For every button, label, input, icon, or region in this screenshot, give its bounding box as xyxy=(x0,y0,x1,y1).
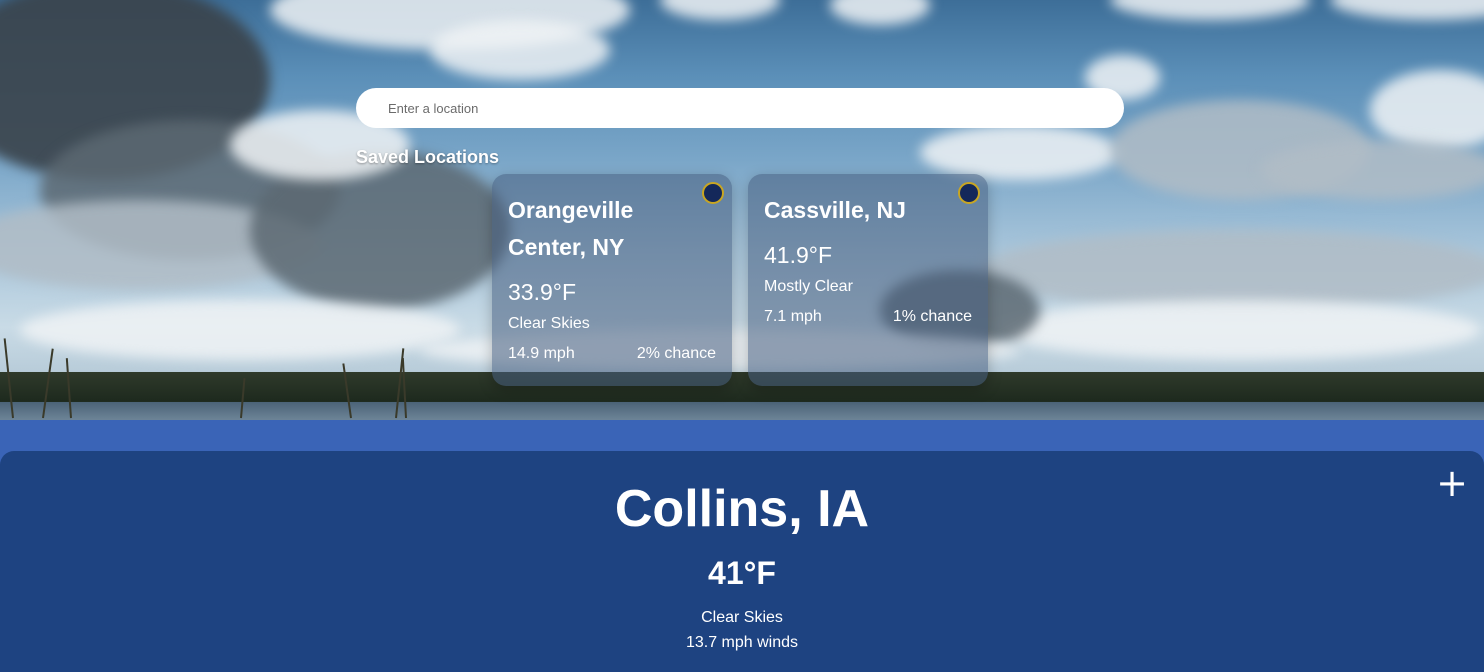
card-temperature: 33.9°F xyxy=(508,279,577,305)
current-city: Collins, IA xyxy=(614,480,870,538)
cloud-shape xyxy=(1370,70,1484,150)
cloud-shape xyxy=(430,20,610,80)
card-condition: Clear Skies xyxy=(508,315,590,332)
cloud-shape xyxy=(1110,0,1310,20)
search-input[interactable] xyxy=(356,88,1124,128)
cloud-shape xyxy=(1000,300,1480,360)
cloud-shape xyxy=(20,300,460,360)
card-precip-chance: 1% chance xyxy=(892,308,972,325)
card-details-row: 14.9 mph 2% chance xyxy=(508,344,716,364)
saved-locations-heading: Saved Locations xyxy=(356,147,500,167)
current-condition: Clear Skies xyxy=(701,609,783,626)
moon-icon xyxy=(702,182,724,204)
cloud-shape xyxy=(1330,0,1484,20)
current-wind: 13.7 mph winds xyxy=(685,634,799,651)
card-precip-chance: 2% chance xyxy=(636,345,716,362)
cloud-shape xyxy=(1260,140,1484,200)
saved-location-card[interactable]: Cassville, NJ 41.9°F Mostly Clear 7.1 mp… xyxy=(748,174,988,386)
background-landscape xyxy=(0,0,1484,420)
cloud-shape xyxy=(920,125,1120,180)
card-temperature: 41.9°F xyxy=(764,242,833,268)
current-weather-panel: + Collins, IA 41°F Clear Skies 13.7 mph … xyxy=(0,451,1484,672)
saved-location-card[interactable]: Orangeville Center, NY 33.9°F Clear Skie… xyxy=(492,174,732,386)
card-location-name: Cassville, NJ xyxy=(764,197,906,223)
lake-water xyxy=(0,402,1484,420)
card-location-name: Orangeville Center, NY xyxy=(508,197,634,260)
card-wind: 14.9 mph xyxy=(508,345,575,362)
moon-icon xyxy=(958,182,980,204)
cloud-shape xyxy=(660,0,780,20)
cloud-shape xyxy=(830,0,930,25)
card-condition: Mostly Clear xyxy=(764,278,853,295)
card-wind: 7.1 mph xyxy=(764,308,822,325)
card-details-row: 7.1 mph 1% chance xyxy=(764,307,972,327)
current-temperature: 41°F xyxy=(708,555,776,591)
cloud-shape xyxy=(980,230,1484,310)
